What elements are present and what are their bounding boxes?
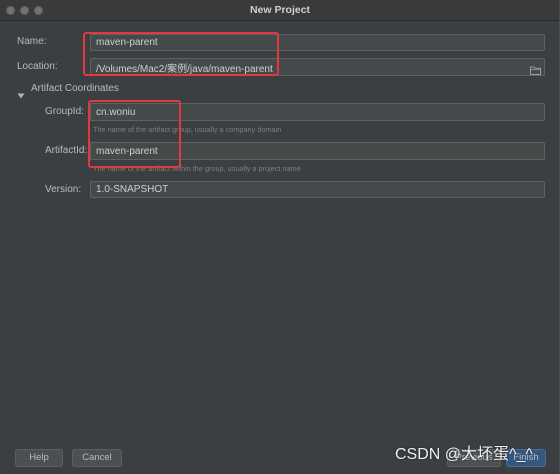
location-label: Location:: [17, 61, 58, 72]
previous-button[interactable]: Previous: [447, 449, 501, 467]
triangle-down-icon[interactable]: [17, 86, 25, 99]
cancel-button[interactable]: Cancel: [72, 449, 122, 467]
artifact-coordinates-header[interactable]: Artifact Coordinates: [31, 83, 119, 95]
group-id-input[interactable]: [90, 103, 545, 121]
version-input[interactable]: [90, 181, 545, 198]
new-project-dialog: New Project Name: Location: Artifact Coo…: [0, 0, 560, 474]
artifact-id-hint: The name of the artifact within the grou…: [93, 164, 301, 173]
group-id-label: GroupId:: [45, 106, 84, 117]
artifact-id-label: ArtifactId:: [45, 145, 88, 156]
title-bar: New Project: [0, 0, 559, 21]
artifact-id-input[interactable]: [90, 142, 545, 160]
name-input[interactable]: [90, 34, 545, 51]
help-button[interactable]: Help: [15, 449, 63, 467]
finish-button[interactable]: Finish: [506, 449, 546, 467]
location-input[interactable]: [90, 58, 545, 76]
group-id-hint: The name of the artifact group, usually …: [93, 125, 282, 134]
folder-icon[interactable]: [530, 62, 541, 75]
window-title: New Project: [249, 4, 311, 16]
version-label: Version:: [45, 184, 82, 195]
name-label: Name:: [17, 36, 47, 47]
